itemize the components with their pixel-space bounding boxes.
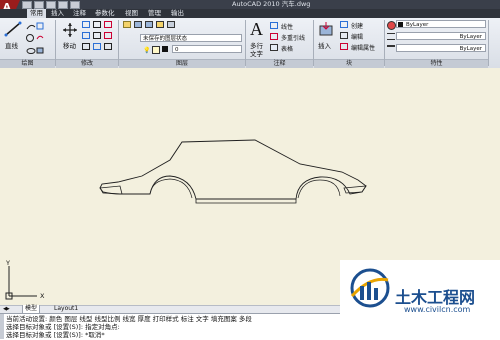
edit-label[interactable]: 编辑 [351, 32, 363, 41]
line-icon[interactable] [4, 21, 22, 37]
tab-view[interactable]: 视图 [122, 9, 141, 18]
linetype-dropdown[interactable]: ByLayer [396, 32, 486, 40]
scale-icon[interactable] [93, 43, 101, 50]
fillet-icon[interactable] [104, 32, 112, 39]
move-icon[interactable] [62, 22, 78, 38]
linetype-icon[interactable] [387, 33, 395, 40]
stretch-icon[interactable] [82, 43, 90, 50]
tab-insert[interactable]: 插入 [48, 9, 67, 18]
undo-icon[interactable] [58, 1, 68, 9]
move-button-label[interactable]: 移动 [63, 40, 76, 50]
linear-dimension-icon[interactable] [270, 22, 278, 29]
layer-tools-icon[interactable] [167, 21, 175, 28]
ribbon-separator [488, 20, 489, 66]
layer-tools-icon[interactable] [156, 21, 164, 28]
erase-icon[interactable] [104, 21, 112, 28]
ucs-y-label: Y [6, 259, 10, 267]
draw-tools-icon[interactable] [25, 21, 45, 57]
rotate-icon[interactable] [82, 21, 90, 28]
tab-annotate[interactable]: 注释 [70, 9, 89, 18]
tab-parametric[interactable]: 参数化 [92, 9, 118, 18]
watermark-url: www.civilcn.com [404, 305, 471, 314]
new-icon[interactable] [22, 1, 32, 9]
edit-attributes-icon[interactable] [340, 43, 348, 50]
text-label[interactable]: 文字 [250, 48, 263, 58]
modify-panel-title[interactable]: 修改 [56, 59, 118, 68]
copy-icon[interactable] [82, 32, 90, 39]
tab-layout1[interactable]: Layout1 [52, 305, 80, 313]
mirror-icon[interactable] [93, 32, 101, 39]
ucs-x-label: X [40, 292, 45, 300]
layer-state-dropdown[interactable]: 未保存的图层状态 [140, 34, 242, 42]
tab-home[interactable]: 常用 [27, 9, 46, 18]
tab-scroll-arrows[interactable]: ◀▶ [3, 306, 10, 312]
layer-tools-icon[interactable] [134, 21, 142, 28]
multileader-icon[interactable] [270, 33, 278, 40]
block-panel-title[interactable]: 块 [314, 59, 384, 68]
properties-panel-title[interactable]: 特性 [385, 59, 488, 68]
annotation-panel-title[interactable]: 注释 [246, 59, 313, 68]
civilcn-logo [350, 268, 390, 308]
edit-block-icon[interactable] [340, 32, 348, 39]
open-icon[interactable] [34, 1, 44, 9]
command-history-line: 选择目标对象或 [设置(S)]: *取消* [6, 331, 105, 339]
create-label[interactable]: 创建 [351, 21, 363, 30]
lineweight-dropdown[interactable]: ByLayer [396, 44, 486, 52]
layers-panel-title[interactable]: 图层 [119, 59, 245, 68]
layer-tools-icon[interactable] [145, 21, 153, 28]
table-label[interactable]: 表格 [281, 44, 293, 53]
save-icon[interactable] [46, 1, 56, 9]
sun-icon [152, 46, 160, 54]
array-icon[interactable] [104, 43, 112, 50]
line-button-label[interactable]: 直线 [5, 40, 18, 50]
lightbulb-icon: 💡 [143, 47, 151, 54]
draw-panel-title[interactable]: 绘图 [0, 59, 55, 68]
current-layer-dropdown[interactable]: 0 [172, 45, 242, 53]
command-window-handle[interactable] [0, 314, 4, 339]
edit-attributes-label[interactable]: 编辑属性 [351, 43, 375, 52]
window-title: AutoCAD 2010 汽车.dwg [232, 0, 311, 8]
multileader-label[interactable]: 多重引线 [281, 33, 305, 42]
tab-manage[interactable]: 管理 [145, 9, 164, 18]
multiline-text-icon[interactable]: A [250, 19, 263, 40]
color-wheel-icon[interactable] [387, 21, 396, 30]
layer-properties-icon[interactable] [123, 21, 131, 28]
color-dropdown[interactable]: ByLayer [396, 20, 486, 28]
linear-label[interactable]: 线性 [281, 22, 293, 31]
create-block-icon[interactable] [340, 21, 348, 28]
redo-icon[interactable] [70, 1, 80, 9]
trim-icon[interactable] [93, 21, 101, 28]
tab-output[interactable]: 输出 [168, 9, 187, 18]
insert-block-icon[interactable] [318, 21, 334, 37]
lineweight-icon[interactable] [387, 45, 395, 52]
layer-color-swatch [162, 46, 168, 52]
table-icon[interactable] [270, 44, 278, 51]
color-swatch [398, 22, 403, 27]
insert-label[interactable]: 插入 [318, 40, 331, 50]
